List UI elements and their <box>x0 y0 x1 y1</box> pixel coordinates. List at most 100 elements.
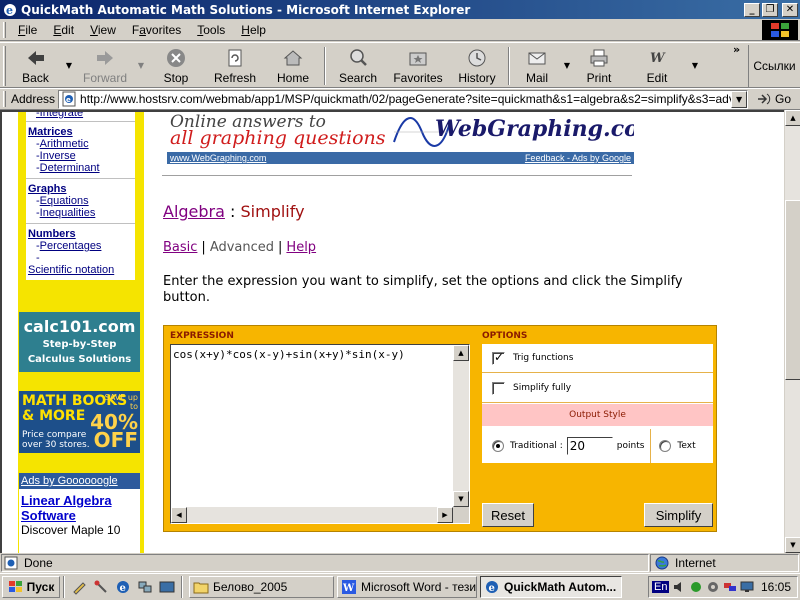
nav-item-determinant[interactable]: -Determinant <box>28 162 133 174</box>
quicklaunch-network-icon[interactable] <box>135 577 155 597</box>
nav-head-matrices[interactable]: Matrices <box>28 126 133 138</box>
history-button[interactable]: History <box>449 43 505 87</box>
address-input[interactable]: e http://www.hostsrv.com/webmab/app1/MSP… <box>58 89 749 109</box>
expression-textarea[interactable]: cos(x+y)*cos(x-y)+sin(x+y)*sin(x-y) ▲ ▼ … <box>170 344 470 524</box>
links-button[interactable]: Ссылки <box>748 45 800 87</box>
nav-item-scientific-notation[interactable]: Scientific notation <box>28 264 133 276</box>
scroll-down-icon[interactable]: ▼ <box>453 491 469 507</box>
stop-button[interactable]: Stop <box>147 43 205 87</box>
mode-basic-link[interactable]: Basic <box>163 240 197 255</box>
trig-functions-checkbox[interactable] <box>492 350 505 365</box>
option-simplify-fully[interactable]: Simplify fully <box>482 374 713 403</box>
toolbar-chevron-icon[interactable]: » <box>733 43 740 56</box>
traditional-radio[interactable] <box>492 440 504 452</box>
output-style-row: Traditional : 20 points Text <box>482 429 713 463</box>
back-dropdown[interactable]: ▼ <box>63 43 75 87</box>
quicklaunch-desktop-icon[interactable] <box>157 577 177 597</box>
menu-favorites[interactable]: Favorites <box>124 21 189 39</box>
webgraphing-banner[interactable]: Online answers to all graphing questions… <box>167 112 634 164</box>
nav-item-arithmetic[interactable]: -Arithmetic <box>28 138 133 150</box>
simplify-button[interactable]: Simplify <box>644 503 713 527</box>
forward-button[interactable]: Forward <box>75 43 135 87</box>
calc101-ad[interactable]: calc101.com Step-by-Step Calculus Soluti… <box>19 312 140 372</box>
nav-head-numbers[interactable]: Numbers <box>28 228 133 240</box>
language-indicator[interactable]: En <box>652 581 670 593</box>
tray-app-icon[interactable] <box>689 580 703 594</box>
task-word-document[interactable]: W Microsoft Word - тезис... <box>337 576 477 598</box>
banner-feedback-link[interactable]: Feedback - Ads by Google <box>525 152 631 164</box>
page-scroll-thumb[interactable] <box>785 200 800 380</box>
page-vertical-scrollbar[interactable]: ▲ ▼ <box>784 110 800 553</box>
print-button[interactable]: Print <box>573 43 625 87</box>
nav-item-inequalities[interactable]: -Inequalities <box>28 207 133 219</box>
nav-head-graphs[interactable]: Graphs <box>28 183 133 195</box>
menu-view[interactable]: View <box>82 21 124 39</box>
clock[interactable]: 16:05 <box>761 580 791 594</box>
favorites-button[interactable]: Favorites <box>387 43 449 87</box>
search-button[interactable]: Search <box>329 43 387 87</box>
edit-button[interactable]: W Edit <box>625 43 689 87</box>
zone-text: Internet <box>675 556 716 570</box>
home-button[interactable]: Home <box>265 43 321 87</box>
taskbar-separator <box>63 576 65 598</box>
option-trig-functions[interactable]: Trig functions <box>482 344 713 373</box>
go-button[interactable]: Go <box>756 92 791 106</box>
task-belovo-folder[interactable]: Белово_2005 <box>189 576 334 598</box>
mode-help-link[interactable]: Help <box>286 240 316 255</box>
text-radio[interactable] <box>659 440 672 452</box>
breadcrumb-algebra[interactable]: Algebra <box>163 202 225 221</box>
page-scroll-up-icon[interactable]: ▲ <box>785 110 800 126</box>
address-label: Address <box>11 92 56 106</box>
minimize-button[interactable]: _ <box>744 2 760 17</box>
scroll-right-icon[interactable]: ▶ <box>437 507 453 523</box>
banner-line2: all graphing questions <box>170 127 386 149</box>
reset-button[interactable]: Reset <box>482 503 534 527</box>
mail-button[interactable]: Mail <box>513 43 561 87</box>
nav-item-percentages[interactable]: -Percentages <box>28 240 133 252</box>
tray-network-icon[interactable] <box>723 580 737 594</box>
toolbar-grip[interactable] <box>3 46 6 86</box>
task-quickmath-ie[interactable]: e QuickMath Autom... <box>480 576 622 598</box>
banner-strip: www.WebGraphing.com Feedback - Ads by Go… <box>167 152 634 164</box>
task-label: Microsoft Word - тезис... <box>361 580 477 594</box>
simplify-fully-checkbox[interactable] <box>492 381 505 395</box>
expression-vertical-scrollbar[interactable]: ▲ ▼ <box>453 345 469 507</box>
tray-monitor-icon[interactable] <box>740 580 754 594</box>
ads-by-google-header[interactable]: Ads by Goooooogle <box>19 473 140 489</box>
back-button[interactable]: Back <box>8 43 63 87</box>
quicklaunch-tool-icon[interactable] <box>91 577 111 597</box>
page-scroll-down-icon[interactable]: ▼ <box>785 537 800 553</box>
banner-site-link[interactable]: www.WebGraphing.com <box>170 152 266 164</box>
volume-icon[interactable] <box>672 580 686 594</box>
start-button[interactable]: Пуск <box>2 576 60 598</box>
nav-item-inverse[interactable]: -Inverse <box>28 150 133 162</box>
expression-horizontal-scrollbar[interactable]: ◀ ▶ <box>171 507 453 523</box>
menu-grip[interactable] <box>3 21 6 38</box>
nav-item-equations[interactable]: -Equations <box>28 195 133 207</box>
address-dropdown[interactable]: ▼ <box>731 90 748 108</box>
mail-dropdown[interactable]: ▼ <box>561 43 573 87</box>
maximize-button[interactable]: ❐ <box>762 2 778 17</box>
ads-by-google-body: Linear Algebra Software Discover Maple 1… <box>19 489 140 553</box>
points-input[interactable]: 20 <box>566 437 613 455</box>
menu-file[interactable]: File <box>10 21 45 39</box>
forward-dropdown[interactable]: ▼ <box>135 43 147 87</box>
refresh-button[interactable]: Refresh <box>205 43 265 87</box>
scroll-left-icon[interactable]: ◀ <box>171 507 187 523</box>
menu-tools[interactable]: Tools <box>189 21 233 39</box>
quicklaunch-ie-icon[interactable]: e <box>113 577 133 597</box>
menu-edit[interactable]: Edit <box>45 21 82 39</box>
math-books-ad[interactable]: MATH BOOKS & MORE SAVE up to 40% OFF Pri… <box>19 391 140 453</box>
svg-text:W: W <box>650 51 666 66</box>
menu-help[interactable]: Help <box>233 21 274 39</box>
trig-functions-label: Trig functions <box>513 353 574 363</box>
nav-item-blank[interactable]: - <box>28 252 133 264</box>
scroll-up-icon[interactable]: ▲ <box>453 345 469 361</box>
ad-title-link[interactable]: Linear Algebra Software <box>21 493 138 523</box>
quicklaunch-pencil-icon[interactable] <box>69 577 89 597</box>
edit-dropdown[interactable]: ▼ <box>689 43 701 87</box>
tray-gear-icon[interactable] <box>706 580 720 594</box>
address-grip[interactable] <box>3 91 6 107</box>
nav-item-integrate[interactable]: -Integrate <box>28 112 133 119</box>
close-button[interactable]: ✕ <box>782 2 798 17</box>
